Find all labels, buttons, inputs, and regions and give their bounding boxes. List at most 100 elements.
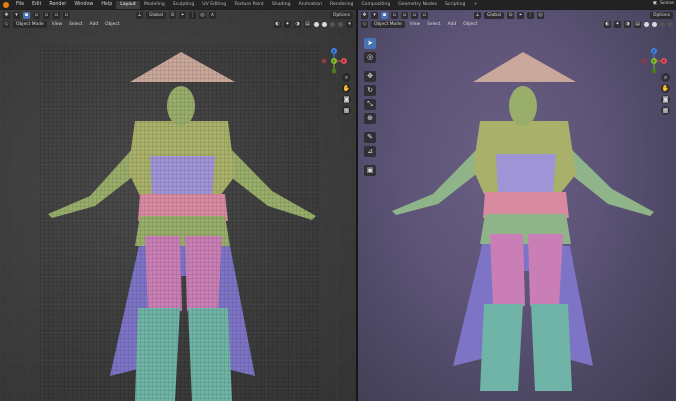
select-box-icon[interactable]: ▪	[381, 11, 388, 19]
cursor-3d-icon[interactable]: ◎	[364, 52, 376, 63]
tab-sculpting[interactable]: Sculpting	[169, 1, 198, 9]
pivot-icon[interactable]: ⊙	[169, 11, 177, 19]
select-mode-icon[interactable]: ▫	[63, 11, 70, 19]
menu-view[interactable]: View	[50, 22, 64, 27]
measure-icon[interactable]: ⊿	[364, 146, 376, 157]
character-shaded-model[interactable]	[388, 46, 658, 396]
pan-hand-icon[interactable]: ✋	[342, 84, 351, 93]
gizmo-toggle-icon[interactable]: ✦	[614, 21, 621, 28]
visibility-icon[interactable]: ◐	[604, 21, 611, 28]
select-cursor-icon[interactable]: ➤	[364, 38, 376, 49]
tab-texture-paint[interactable]: Texture Paint	[230, 1, 268, 9]
viewport-left[interactable]: ✥ ▾ ▪ ▫ ▫ ▫ ▫ ⟂ Global ⊙ ⌖ ⋮ ◎ ∧ Options…	[0, 10, 356, 401]
object-mode-icon[interactable]: ◇	[3, 21, 10, 28]
mode-dropdown[interactable]: Object Mode	[371, 21, 405, 28]
object-mode-icon[interactable]: ◇	[361, 21, 368, 28]
snap-target-icon[interactable]: ⋮	[189, 11, 197, 19]
menu-edit[interactable]: Edit	[28, 2, 45, 7]
zoom-icon[interactable]: ⌕	[661, 73, 670, 82]
add-workspace-button[interactable]: +	[469, 1, 481, 9]
select-mode-icon[interactable]: ▫	[421, 11, 428, 19]
shading-wireframe-icon[interactable]	[644, 22, 649, 27]
rotate-icon[interactable]: ↻	[364, 85, 376, 96]
grid-view-icon[interactable]: ▦	[342, 106, 351, 115]
chevron-down-icon[interactable]: ▾	[371, 11, 378, 19]
shading-material-icon[interactable]	[660, 22, 665, 27]
transform-orientation-icon[interactable]: ⟂	[474, 11, 481, 19]
camera-icon[interactable]: ◙	[661, 95, 670, 104]
menu-add[interactable]: Add	[88, 22, 101, 27]
menu-file[interactable]: File	[12, 2, 28, 7]
tab-shading[interactable]: Shading	[268, 1, 295, 9]
menu-select[interactable]: Select	[425, 22, 443, 27]
shading-wireframe-icon[interactable]	[314, 22, 319, 27]
chevron-down-icon[interactable]: ▾	[13, 11, 20, 19]
snap-icon[interactable]: ⌖	[179, 11, 187, 19]
viewport-right[interactable]: ✥ ▾ ▪ ▫ ▫ ▫ ▫ ⟂ Global ⊙ ⌖ ⋮ ◎ Options ◇…	[358, 10, 676, 401]
menu-help[interactable]: Help	[97, 2, 116, 7]
select-mode-icon[interactable]: ▫	[401, 11, 408, 19]
snap-target-icon[interactable]: ⋮	[527, 11, 535, 19]
tab-scripting[interactable]: Scripting	[441, 1, 469, 9]
overlay-icon[interactable]: ◑	[294, 21, 301, 28]
blender-logo-icon[interactable]	[3, 1, 9, 8]
mode-dropdown[interactable]: Object Mode	[13, 21, 47, 28]
tab-compositing[interactable]: Compositing	[357, 1, 394, 9]
scale-icon[interactable]: ⤡	[364, 99, 376, 110]
options-dropdown[interactable]: Options	[330, 11, 353, 19]
orientation-dropdown[interactable]: Global	[484, 11, 505, 19]
tab-uv-editing[interactable]: UV Editing	[198, 1, 230, 9]
pivot-icon[interactable]: ⊙	[507, 11, 515, 19]
shading-material-icon[interactable]	[330, 22, 335, 27]
shading-options-icon[interactable]: ▾	[346, 21, 353, 28]
navigation-controls: ⌕ ✋ ◙ ▦	[661, 73, 670, 115]
select-mode-icon[interactable]: ▫	[53, 11, 60, 19]
character-wireframe-model[interactable]	[40, 46, 320, 401]
tab-layout[interactable]: Layout	[116, 0, 140, 9]
xray-icon[interactable]: ▤	[634, 21, 641, 28]
falloff-icon[interactable]: ∧	[209, 11, 217, 19]
scene-selector[interactable]: ▣ Scene	[653, 1, 674, 6]
tab-animation[interactable]: Animation	[295, 1, 326, 9]
select-box-icon[interactable]: ▪	[23, 11, 30, 19]
menu-add[interactable]: Add	[446, 22, 459, 27]
options-dropdown[interactable]: Options	[650, 11, 673, 19]
menu-render[interactable]: Render	[45, 2, 70, 7]
tab-rendering[interactable]: Rendering	[326, 1, 357, 9]
xray-icon[interactable]: ▤	[304, 21, 311, 28]
select-mode-icon[interactable]: ▫	[43, 11, 50, 19]
navigation-gizmo[interactable]: X Z Y	[320, 47, 348, 75]
transform-orientation-icon[interactable]: ⟂	[136, 11, 143, 19]
camera-icon[interactable]: ◙	[342, 95, 351, 104]
proportional-edit-icon[interactable]: ◎	[537, 11, 545, 19]
menu-view[interactable]: View	[408, 22, 422, 27]
select-mode-icon[interactable]: ▫	[33, 11, 40, 19]
editor-type-icon[interactable]: ✥	[3, 11, 10, 19]
proportional-edit-icon[interactable]: ◎	[199, 11, 207, 19]
snap-icon[interactable]: ⌖	[517, 11, 525, 19]
pan-hand-icon[interactable]: ✋	[661, 84, 670, 93]
shading-rendered-icon[interactable]	[668, 22, 673, 27]
shading-solid-icon[interactable]	[322, 22, 327, 27]
orientation-dropdown[interactable]: Global	[146, 11, 167, 19]
annotate-icon[interactable]: ✎	[364, 132, 376, 143]
visibility-icon[interactable]: ◐	[274, 21, 281, 28]
menu-window[interactable]: Window	[70, 2, 97, 7]
shading-solid-icon[interactable]	[652, 22, 657, 27]
gizmo-toggle-icon[interactable]: ✦	[284, 21, 291, 28]
menu-object[interactable]: Object	[461, 22, 479, 27]
menu-object[interactable]: Object	[103, 22, 121, 27]
menu-select[interactable]: Select	[67, 22, 85, 27]
shading-rendered-icon[interactable]	[338, 22, 343, 27]
select-mode-icon[interactable]: ▫	[411, 11, 418, 19]
overlay-icon[interactable]: ◑	[624, 21, 631, 28]
tab-geometry-nodes[interactable]: Geometry Nodes	[394, 1, 441, 9]
move-icon[interactable]: ✥	[364, 71, 376, 82]
tab-modeling[interactable]: Modeling	[140, 1, 169, 9]
zoom-icon[interactable]: ⌕	[342, 73, 351, 82]
editor-type-icon[interactable]: ✥	[361, 11, 368, 19]
select-mode-icon[interactable]: ▫	[391, 11, 398, 19]
grid-view-icon[interactable]: ▦	[661, 106, 670, 115]
add-cube-icon[interactable]: ▣	[364, 165, 376, 176]
transform-icon[interactable]: ⊕	[364, 113, 376, 124]
